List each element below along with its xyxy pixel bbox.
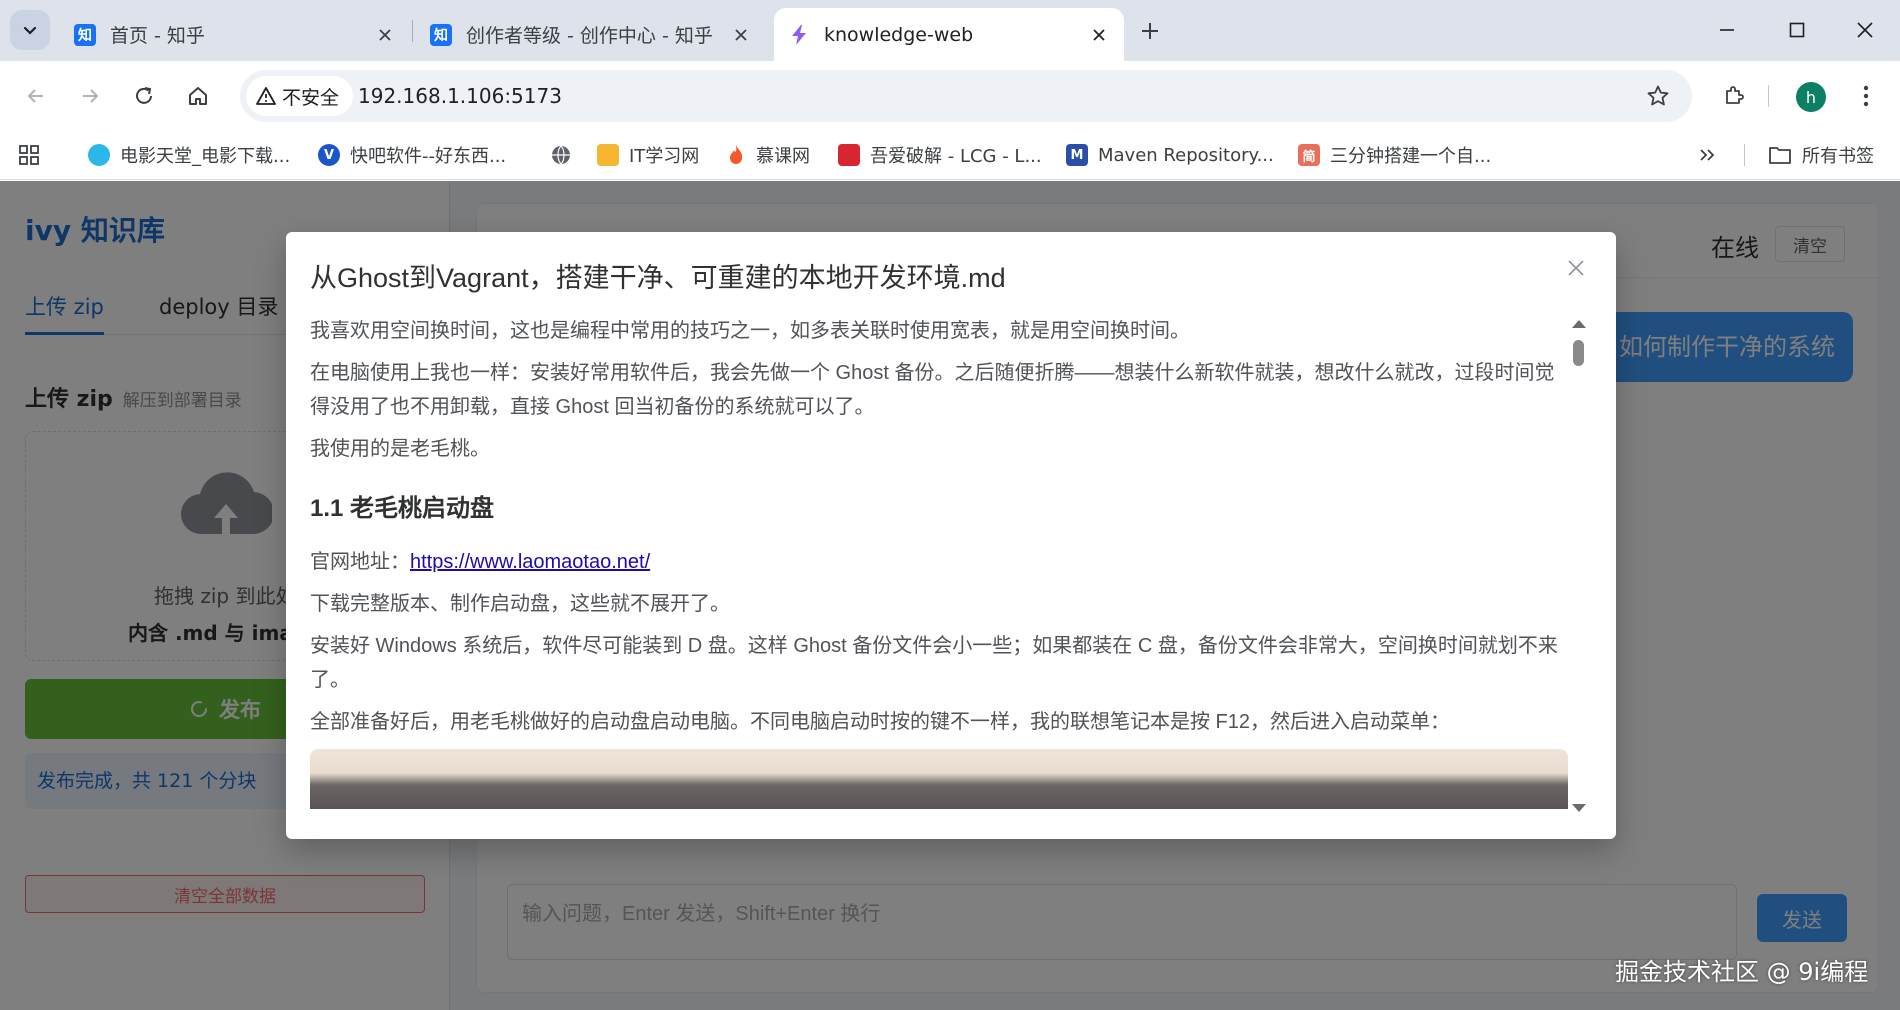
puzzle-icon [1726, 86, 1744, 104]
flame-icon [730, 145, 743, 164]
url-text[interactable]: 192.168.1.106:5173 [358, 70, 562, 122]
bookmark-52pojie[interactable]: 吾爱破解 - LCG - L... [838, 130, 1042, 180]
minimize-icon [1720, 29, 1734, 31]
52pojie-favicon-icon [838, 144, 860, 166]
bookmark-kuaiba[interactable]: V 快吧软件--好东西... [318, 130, 506, 180]
tab-zhihu-creator[interactable]: 知 创作者等级 - 创作中心 - 知乎 [416, 8, 766, 61]
maven-favicon-icon: M [1066, 144, 1088, 166]
bookmarks-divider [1744, 144, 1745, 166]
section-heading: 1.1 老毛桃启动盘 [310, 495, 495, 522]
all-bookmarks-label: 所有书签 [1802, 146, 1874, 167]
close-icon[interactable] [374, 24, 396, 46]
bookmark-label: Maven Repository... [1098, 144, 1274, 166]
maximize-icon [1789, 22, 1805, 38]
home-icon [189, 87, 207, 105]
dytt-favicon-icon [88, 144, 110, 166]
reload-button[interactable] [124, 76, 164, 116]
close-icon [1857, 22, 1873, 38]
more-vertical-icon [1863, 85, 1869, 107]
tab-title: knowledge-web [824, 23, 974, 46]
paragraph: 全部准备好后，用老毛桃做好的启动盘启动电脑。不同电脑启动时按的键不一样，我的联想… [310, 711, 1451, 733]
dialog-close-button[interactable] [1562, 254, 1590, 282]
bookmark-label: 电影天堂_电影下载... [120, 146, 291, 167]
article-image [310, 749, 1568, 809]
markdown-content: 我喜欢用空间换时间，这也是编程中常用的技巧之一，如多表关联时使用宽表，就是用空间… [310, 314, 1568, 817]
site-info-chip[interactable]: 不安全 [246, 76, 354, 116]
bookmark-it-study[interactable]: IT学习网 [597, 130, 699, 180]
apps-button[interactable] [18, 130, 40, 180]
paragraph: 我使用的是老毛桃。 [310, 438, 490, 460]
tab-title: 首页 - 知乎 [110, 25, 205, 47]
scroll-down-arrow-icon[interactable] [1572, 804, 1586, 812]
it-study-favicon-icon [597, 144, 619, 166]
jianshu-favicon-icon: 简 [1298, 144, 1320, 166]
paragraph: 我喜欢用空间换时间，这也是编程中常用的技巧之一，如多表关联时使用宽表，就是用空间… [310, 320, 1190, 342]
plus-icon [1142, 23, 1158, 39]
bookmark-label: 慕课网 [756, 146, 810, 167]
laomaotao-link[interactable]: https://www.laomaotao.net/ [410, 551, 650, 573]
tab-search-button[interactable] [10, 10, 50, 50]
apps-grid-icon [19, 145, 39, 165]
zhihu-favicon-icon: 知 [74, 23, 96, 46]
tab-title: 创作者等级 - 创作中心 - 知乎 [466, 25, 713, 47]
globe-icon [552, 145, 570, 165]
close-window-button[interactable] [1845, 10, 1885, 50]
paragraph: 在电脑使用上我也一样：安装好常用软件后，我会先做一个 Ghost 备份。之后随便… [310, 362, 1555, 418]
bookmark-star-button[interactable] [1644, 82, 1672, 110]
maximize-button[interactable] [1777, 10, 1817, 50]
profile-avatar[interactable]: h [1796, 82, 1826, 112]
folder-icon [1769, 147, 1791, 164]
extensions-button[interactable] [1714, 76, 1754, 116]
back-button[interactable] [16, 76, 56, 116]
reload-icon [136, 87, 152, 104]
bookmark-label: 吾爱破解 - LCG - L... [870, 146, 1042, 167]
bookmark-jianshu[interactable]: 简 三分钟搭建一个自... [1298, 130, 1491, 180]
double-chevron-right-icon [1700, 149, 1715, 161]
bookmark-label: 三分钟搭建一个自... [1330, 146, 1492, 167]
bookmark-globe[interactable] [550, 130, 572, 180]
warning-icon [256, 87, 276, 105]
minimize-button[interactable] [1707, 10, 1747, 50]
bookmark-label: 快吧软件--好东西... [350, 146, 507, 167]
address-bar[interactable]: 不安全 192.168.1.106:5173 [240, 70, 1692, 122]
new-tab-button[interactable] [1133, 14, 1167, 48]
bookmark-label: IT学习网 [629, 146, 700, 167]
kuaiba-favicon-icon: V [318, 144, 340, 166]
tab-zhihu-home[interactable]: 知 首页 - 知乎 [60, 8, 410, 61]
zhihu-favicon-icon: 知 [430, 23, 452, 46]
bookmark-dytt[interactable]: 电影天堂_电影下载... [88, 130, 290, 180]
tab-separator [412, 20, 413, 42]
forward-button[interactable] [70, 76, 110, 116]
toolbar-divider [1768, 85, 1769, 107]
watermark: 掘金技术社区 @ 9i编程 [1615, 958, 1869, 986]
vite-icon [788, 24, 810, 46]
markdown-preview-dialog: 从Ghost到Vagrant，搭建干净、可重建的本地开发环境.md 我喜欢用空间… [286, 232, 1616, 839]
close-icon[interactable] [1088, 24, 1110, 46]
dialog-scrollbar[interactable] [1568, 320, 1588, 815]
chevron-down-icon [23, 26, 37, 35]
star-icon [1647, 85, 1669, 106]
home-button[interactable] [178, 76, 218, 116]
scroll-up-arrow-icon[interactable] [1572, 320, 1586, 328]
all-bookmarks-button[interactable]: 所有书签 [1768, 130, 1874, 180]
dialog-title: 从Ghost到Vagrant，搭建干净、可重建的本地开发环境.md [310, 263, 1006, 293]
not-secure-label: 不安全 [282, 86, 340, 109]
tab-knowledge-web[interactable]: knowledge-web [774, 8, 1124, 61]
bookmarks-overflow-button[interactable] [1698, 130, 1716, 180]
close-icon [1568, 260, 1584, 276]
tab-strip: 知 首页 - 知乎 知 创作者等级 - 创作中心 - 知乎 knowledge-… [0, 0, 1900, 61]
arrow-left-icon [27, 89, 43, 103]
bookmarks-bar: 电影天堂_电影下载... V 快吧软件--好东西... IT学习网 慕课网 吾爱… [0, 130, 1900, 180]
scroll-thumb[interactable] [1573, 340, 1584, 366]
paragraph-site: 官网地址：https://www.laomaotao.net/ [310, 545, 1568, 579]
arrow-right-icon [83, 89, 99, 103]
paragraph: 下载完整版本、制作启动盘，这些就不展开了。 [310, 593, 730, 615]
paragraph: 安装好 Windows 系统后，软件尽可能装到 D 盘。这样 Ghost 备份文… [310, 635, 1558, 691]
site-label: 官网地址： [310, 551, 410, 573]
bookmark-maven[interactable]: M Maven Repository... [1066, 130, 1274, 180]
browser-menu-button[interactable] [1846, 76, 1886, 116]
bookmark-imooc[interactable]: 慕课网 [726, 130, 810, 180]
close-icon[interactable] [730, 24, 752, 46]
browser-toolbar: 不安全 192.168.1.106:5173 h [0, 61, 1900, 130]
